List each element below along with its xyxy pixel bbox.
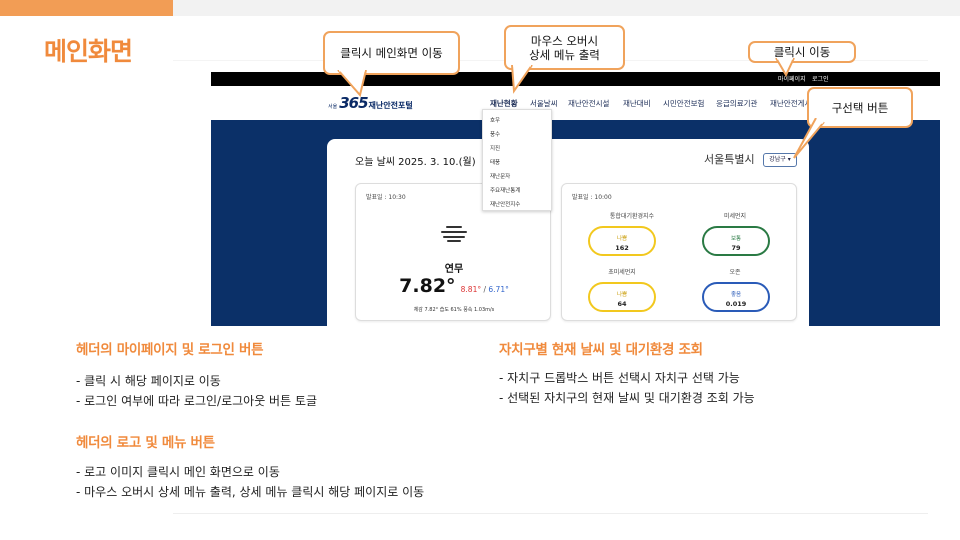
aq-status-cai: 나쁨	[616, 236, 628, 242]
nav-safety-facilities[interactable]: 재난안전시설	[568, 98, 609, 109]
top-strip	[173, 0, 960, 16]
aq-value-pm10: 79	[731, 244, 741, 252]
submenu-flood[interactable]: 풍수	[490, 130, 500, 138]
air-quality-card: 발표일 : 10:00 통합대기환경지수 나쁨 162 미세먼지 보통 79 초…	[561, 183, 797, 321]
section-logo-menu-bullet-1: - 로고 이미지 클릭시 메인 화면으로 이동	[76, 465, 280, 479]
section-header-buttons-bullet-1: - 클릭 시 해당 페이지로 이동	[76, 374, 221, 388]
weather-published-time: 발표일 : 10:30	[366, 194, 406, 201]
nav-citizen-insurance[interactable]: 시민안전보험	[663, 98, 704, 109]
nav-disaster-status[interactable]: 재난현황	[490, 98, 518, 109]
aq-label-pm25: 초미세먼지	[608, 269, 636, 276]
nav-disaster-prep[interactable]: 재난대비	[623, 98, 651, 109]
submenu-typhoon[interactable]: 태풍	[490, 158, 500, 166]
callout-hover-pointer	[511, 65, 533, 94]
callout-main-move: 클릭시 메인화면 이동	[323, 31, 460, 75]
weather-panel: 오늘 날씨 2025. 3. 10.(월) 서울특별시 강남구 ▾ 발표일 : …	[327, 139, 809, 326]
callout-hover-line1: 마우스 오버시	[530, 33, 599, 48]
high-temperature: 8.81°	[460, 285, 482, 294]
callout-district-pointer	[793, 118, 825, 159]
weather-detail: 체감 7.82° 습도 61% 풍속 1.03m/s	[413, 307, 495, 313]
callout-hover-menu: 마우스 오버시 상세 메뉴 출력	[504, 25, 625, 70]
callout-main-move-pointer	[337, 70, 367, 98]
city-name: 서울특별시	[704, 153, 755, 166]
nav-emergency-medical[interactable]: 응급의료기관	[716, 98, 757, 109]
aq-label-cai: 통합대기환경지수	[609, 213, 655, 220]
logo-prefix: 서울	[328, 104, 338, 110]
weather-condition: 연무	[444, 264, 464, 275]
nav-seoul-weather[interactable]: 서울날씨	[530, 98, 558, 109]
aq-value-cai: 162	[615, 244, 629, 252]
aq-label-pm10: 미세먼지	[723, 213, 747, 220]
submenu-statistics[interactable]: 주요재난통계	[490, 186, 520, 194]
aq-label-ozone: 오존	[729, 269, 741, 276]
submenu-safety-index[interactable]: 재난안전지수	[490, 200, 520, 208]
section-header-buttons-bullet-2: - 로그인 여부에 따라 로그인/로그아웃 버튼 토글	[76, 394, 318, 408]
submenu-earthquake[interactable]: 지진	[490, 144, 500, 152]
temperature-row: 7.82° 8.81° / 6.71°	[356, 275, 552, 297]
aq-badge-pm10: 보통 79	[702, 226, 770, 256]
section-title-header-buttons: 헤더의 마이페이지 및 로그인 버튼	[76, 342, 264, 358]
low-temperature: 6.71°	[488, 285, 509, 294]
section-logo-menu-bullet-2: - 마우스 오버시 상세 메뉴 출력, 상세 메뉴 클릭시 해당 페이지로 이동	[76, 485, 425, 499]
submenu-disaster-text[interactable]: 재난문자	[490, 172, 510, 180]
aq-status-ozone: 좋음	[730, 292, 742, 298]
top-utility-bar: 마이페이지 로그인	[211, 72, 940, 86]
aq-badge-pm25: 나쁨 64	[588, 282, 656, 312]
logo-text: 재난안전포털	[368, 101, 413, 110]
today-weather-date: 오늘 날씨 2025. 3. 10.(월)	[355, 157, 476, 168]
fog-icon	[441, 224, 467, 242]
callout-click-move: 클릭시 이동	[748, 41, 856, 63]
login-link[interactable]: 로그인	[812, 74, 829, 83]
aq-status-pm10: 보통	[730, 236, 742, 242]
accent-bar	[0, 0, 173, 16]
submenu-dropdown: 호우 풍수 지진 태풍 재난문자 주요재난통계 재난안전지수	[482, 109, 552, 211]
slide-title: 메인화면	[44, 37, 133, 66]
callout-hover-line2: 상세 메뉴 출력	[529, 47, 600, 62]
callout-click-move-pointer	[775, 58, 795, 78]
section-title-district-weather: 자치구별 현재 날씨 및 대기환경 조회	[499, 342, 703, 358]
section-title-logo-menu: 헤더의 로고 및 메뉴 버튼	[76, 435, 215, 451]
current-temperature: 7.82°	[399, 275, 456, 297]
footer-divider	[173, 513, 928, 514]
aq-status-pm25: 나쁨	[616, 292, 628, 298]
submenu-heavy-rain[interactable]: 호우	[490, 116, 500, 124]
aq-value-ozone: 0.019	[725, 300, 747, 308]
aq-value-pm25: 64	[617, 300, 627, 308]
section-district-weather-bullet-1: - 자치구 드롭박스 버튼 선택시 자치구 선택 가능	[499, 371, 740, 385]
aq-badge-ozone: 좋음 0.019	[702, 282, 770, 312]
section-district-weather-bullet-2: - 선택된 자치구의 현재 날씨 및 대기환경 조회 가능	[499, 391, 755, 405]
air-published-time: 발표일 : 10:00	[572, 194, 612, 201]
aq-badge-cai: 나쁨 162	[588, 226, 656, 256]
